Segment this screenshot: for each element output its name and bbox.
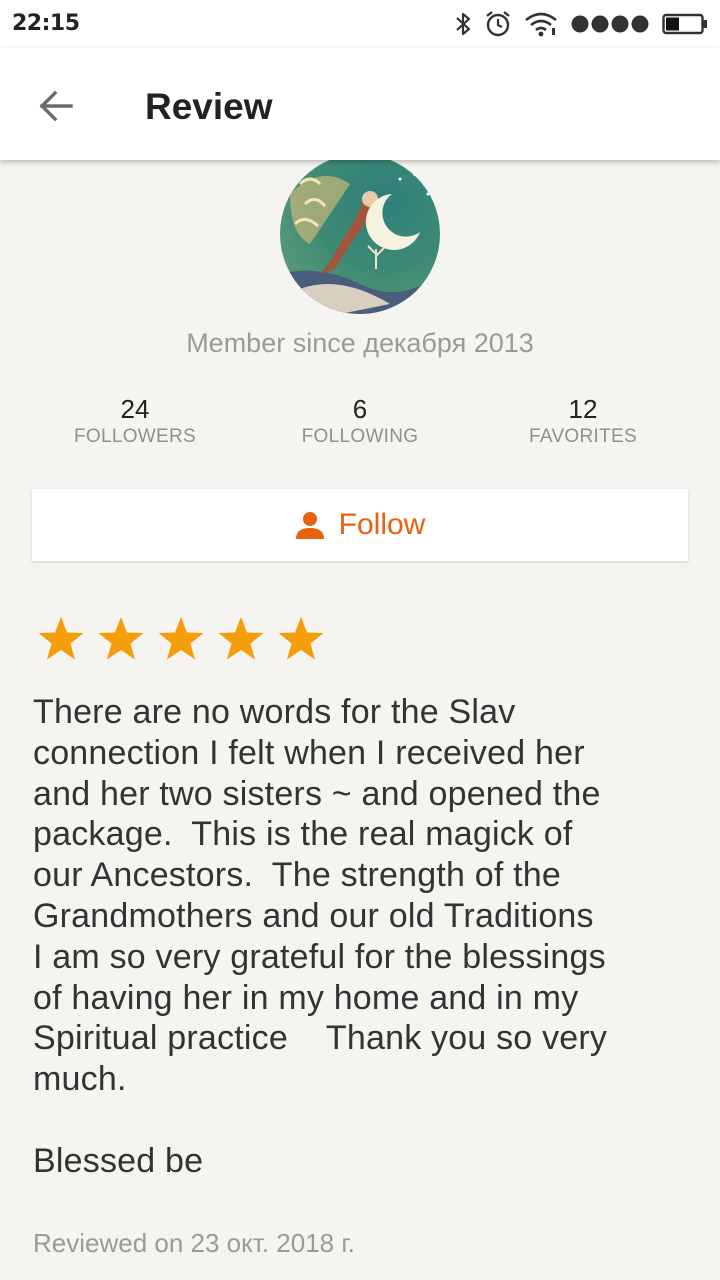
wifi-icon [525,12,557,37]
stat-following[interactable]: 6 FOLLOWING [240,394,480,448]
star-icon [158,617,204,660]
favorites-label: FAVORITES [529,426,637,447]
follow-label: Follow [338,508,426,541]
status-icons [442,10,708,38]
avatar-image [280,154,440,314]
app-bar: Review [0,48,720,160]
stat-favorites[interactable]: 12 FAVORITES [463,394,703,448]
following-label: FOLLOWING [301,426,419,447]
status-bar: 22:15 [0,0,720,48]
star-icon [278,617,324,660]
alarm-icon [486,11,510,37]
member-since: Member since декабря 2013 [186,328,534,358]
avatar[interactable] [280,154,440,314]
followers-label: FOLLOWERS [74,426,196,447]
back-button[interactable] [30,80,82,132]
status-time: 22:15 [12,11,80,36]
review-text: There are no words for the Slav connecti… [33,693,608,1180]
star-icon [98,617,144,660]
star-icon [218,617,264,660]
follow-button[interactable]: Follow [32,489,688,561]
battery-icon [662,13,707,35]
followers-count: 24 [120,394,150,424]
page-title: Review [145,86,273,127]
star-icon [38,617,84,660]
bluetooth-icon [456,12,471,36]
following-count: 6 [352,394,368,424]
favorites-count: 12 [568,394,598,424]
arrow-left-icon [39,90,73,122]
stat-followers[interactable]: 24 FOLLOWERS [15,394,255,448]
signal-dots-icon [571,15,649,33]
person-icon [295,512,324,539]
rating-stars [36,614,336,664]
review-date: Reviewed on 23 окт. 2018 г. [33,1228,355,1258]
